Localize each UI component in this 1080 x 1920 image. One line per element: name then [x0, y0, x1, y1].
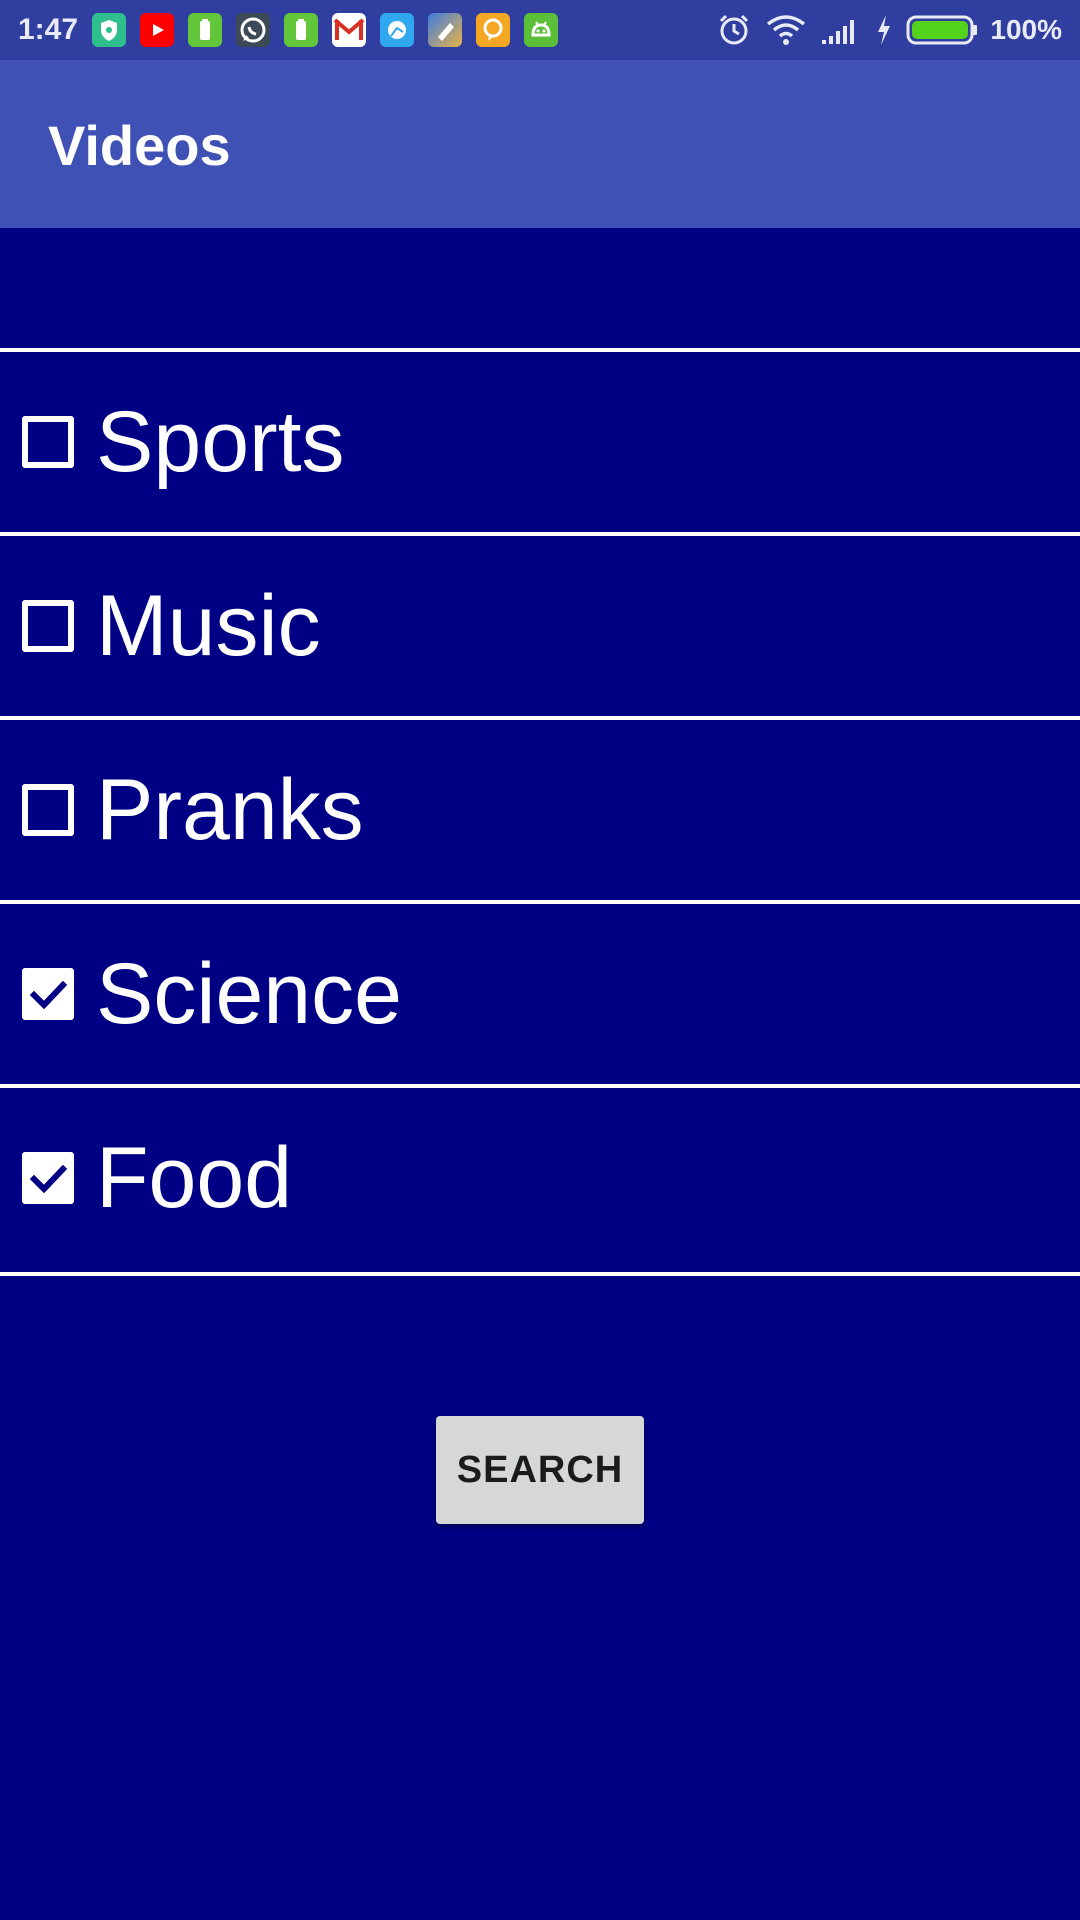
category-row-food[interactable]: Food	[0, 1088, 1080, 1268]
category-label: Science	[96, 946, 402, 1042]
signal-icon	[820, 12, 862, 48]
status-bar: 1:47 100%	[0, 0, 1080, 60]
whatsapp-icon	[236, 13, 270, 47]
food-checkbox[interactable]	[22, 1152, 74, 1204]
category-row-science[interactable]: Science	[0, 904, 1080, 1084]
notification-icons	[92, 13, 558, 47]
music-checkbox[interactable]	[22, 600, 74, 652]
pencil-app-icon	[428, 13, 462, 47]
system-status-icons: 100%	[716, 10, 1062, 50]
divider	[0, 1272, 1080, 1276]
search-button[interactable]: SEARCH	[436, 1416, 644, 1524]
category-label: Music	[96, 578, 321, 674]
category-list: Sports Music Pranks Science Food	[0, 228, 1080, 1920]
messenger-icon	[380, 13, 414, 47]
wifi-icon	[764, 12, 808, 48]
battery-percent: 100%	[990, 14, 1062, 45]
status-time: 1:47	[18, 13, 79, 46]
pranks-checkbox[interactable]	[22, 784, 74, 836]
checkmark-icon	[29, 1164, 68, 1194]
page-title: Videos	[48, 114, 231, 177]
category-row-sports[interactable]: Sports	[0, 352, 1080, 532]
category-row-music[interactable]: Music	[0, 536, 1080, 716]
alarm-icon	[716, 12, 752, 48]
gmail-icon	[332, 13, 366, 47]
category-label: Sports	[96, 394, 345, 490]
app-bar: Videos	[0, 60, 1080, 228]
sports-checkbox[interactable]	[22, 416, 74, 468]
battery-icon	[906, 15, 978, 45]
android-app-icon	[524, 13, 558, 47]
shield-app-icon	[92, 13, 126, 47]
category-row-pranks[interactable]: Pranks	[0, 720, 1080, 900]
checkmark-icon	[29, 980, 68, 1010]
category-label: Pranks	[96, 762, 364, 858]
youtube-icon	[140, 13, 174, 47]
charging-icon	[874, 12, 894, 48]
battery-app-icon	[188, 13, 222, 47]
category-label: Food	[96, 1130, 293, 1226]
battery-app-icon	[284, 13, 318, 47]
science-checkbox[interactable]	[22, 968, 74, 1020]
chat-bubble-app-icon	[476, 13, 510, 47]
